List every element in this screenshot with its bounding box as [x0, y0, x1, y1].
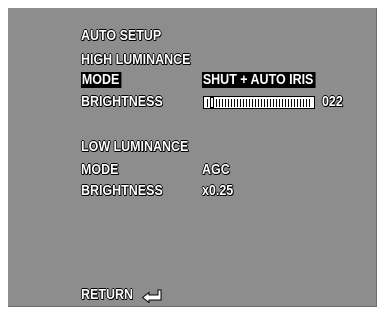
meter-tick	[231, 99, 232, 107]
meter-tick	[258, 99, 259, 107]
high-brightness-value: 022	[322, 94, 343, 110]
menu-title: AUTO SETUP	[81, 28, 162, 44]
meter-tick	[261, 99, 262, 107]
return-label[interactable]: RETURN	[81, 287, 133, 304]
meter-tick	[285, 99, 286, 107]
meter-tick	[306, 99, 307, 107]
meter-tick	[270, 99, 271, 107]
meter-tick	[273, 99, 274, 107]
high-mode-value[interactable]: SHUT + AUTO IRIS	[202, 72, 316, 89]
osd-screen	[8, 8, 377, 307]
meter-tick	[309, 99, 310, 107]
meter-tick	[297, 99, 298, 107]
meter-tick	[294, 99, 295, 107]
meter-tick	[255, 99, 256, 107]
low-mode-value[interactable]: AGC	[202, 162, 230, 179]
high-luminance-heading: HIGH LUMINANCE	[81, 52, 191, 68]
low-mode-label[interactable]: MODE	[81, 162, 118, 179]
meter-tick	[276, 99, 277, 107]
meter-tick	[207, 99, 208, 107]
meter-tick	[282, 99, 283, 107]
meter-tick	[222, 99, 223, 107]
low-luminance-heading: LOW LUMINANCE	[81, 139, 189, 155]
enter-arrow-icon[interactable]	[141, 289, 163, 303]
meter-tick	[237, 99, 238, 107]
meter-tick	[288, 99, 289, 107]
meter-tick	[291, 99, 292, 107]
meter-tick	[240, 99, 241, 107]
meter-tick	[252, 99, 253, 107]
low-brightness-value[interactable]: x0.25	[202, 183, 233, 200]
meter-tick	[234, 99, 235, 107]
high-mode-row[interactable]: MODE	[81, 72, 121, 89]
meter-tick	[300, 99, 301, 107]
meter-tick	[279, 99, 280, 107]
meter-tick	[264, 99, 265, 107]
high-brightness-label[interactable]: BRIGHTNESS	[81, 94, 163, 111]
meter-tick	[219, 99, 220, 107]
low-brightness-label[interactable]: BRIGHTNESS	[81, 183, 163, 200]
meter-tick	[225, 99, 226, 107]
meter-tick	[228, 99, 229, 107]
meter-tick	[246, 99, 247, 107]
meter-tick	[243, 99, 244, 107]
meter-thumb[interactable]	[210, 97, 214, 108]
meter-tick	[216, 99, 217, 107]
high-brightness-slider[interactable]	[203, 96, 315, 109]
meter-tick	[249, 99, 250, 107]
high-mode-label: MODE	[81, 72, 121, 88]
meter-tick	[303, 99, 304, 107]
meter-tick	[267, 99, 268, 107]
